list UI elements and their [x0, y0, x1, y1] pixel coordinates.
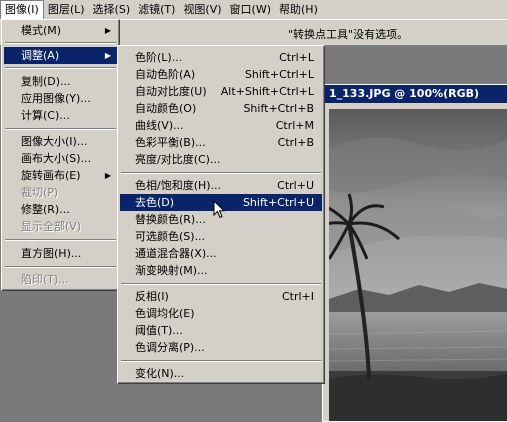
menu-item-label: 复制(D)...	[21, 75, 71, 88]
menu-item-auto-levels[interactable]: 自动色阶(A) Shift+Ctrl+L	[120, 66, 322, 83]
menu-item-label: 显示全部(V)	[21, 220, 82, 233]
menu-item-label: 去色(D)	[135, 196, 175, 209]
document-window[interactable]: 1_133.JPG @ 100%(RGB)	[322, 84, 507, 422]
menu-layer[interactable]: 图层(L)	[44, 0, 89, 19]
menu-item-label: 色调均化(E)	[135, 307, 195, 320]
menu-item-gradient-map[interactable]: 渐变映射(M)...	[120, 262, 322, 279]
menu-item-histogram[interactable]: 直方图(H)...	[4, 245, 117, 262]
menu-item-adjust[interactable]: 调整(A) ▶	[4, 47, 117, 64]
menu-separator	[121, 172, 321, 174]
menu-item-shortcut: Shift+Ctrl+B	[243, 102, 314, 115]
menu-filter[interactable]: 滤镜(T)	[134, 0, 179, 19]
menu-item-label: 修整(R)...	[21, 203, 70, 216]
menu-item-label: 可选颜色(S)...	[135, 230, 206, 243]
menu-separator	[121, 283, 321, 285]
menu-select[interactable]: 选择(S)	[89, 0, 135, 19]
menu-item-auto-contrast[interactable]: 自动对比度(U) Alt+Shift+Ctrl+L	[120, 83, 322, 100]
menu-item-label: 曲线(V)...	[135, 119, 184, 132]
menu-item-trim[interactable]: 修整(R)...	[4, 201, 117, 218]
menu-item-label: 应用图像(Y)...	[21, 92, 91, 105]
menu-item-label: 画布大小(S)...	[21, 152, 92, 165]
menu-item-selective-color[interactable]: 可选颜色(S)...	[120, 228, 322, 245]
menu-item-threshold[interactable]: 阈值(T)...	[120, 322, 322, 339]
menu-item-label: 色相/饱和度(H)...	[135, 179, 222, 192]
menu-item-duplicate[interactable]: 复制(D)...	[4, 73, 117, 90]
menu-item-rotate-canvas[interactable]: 旋转画布(E) ▶	[4, 167, 117, 184]
submenu-arrow-icon: ▶	[104, 51, 111, 60]
menu-item-label: 直方图(H)...	[21, 247, 82, 260]
menu-item-variations[interactable]: 变化(N)...	[120, 365, 322, 382]
image-menu: 模式(M) ▶ 调整(A) ▶ 复制(D)... 应用图像(Y)... 计算(C…	[1, 19, 120, 291]
menu-item-invert[interactable]: 反相(I) Ctrl+I	[120, 288, 322, 305]
submenu-arrow-icon: ▶	[104, 26, 111, 35]
menu-item-trap: 陷印(T)...	[4, 271, 117, 288]
menu-item-shortcut: Ctrl+U	[277, 179, 314, 192]
menu-item-label: 亮度/对比度(C)...	[135, 153, 221, 166]
document-photo[interactable]	[329, 109, 507, 421]
menu-item-label: 计算(C)...	[21, 109, 70, 122]
menu-item-label: 色彩平衡(B)...	[135, 136, 206, 149]
menu-item-canvas-size[interactable]: 画布大小(S)...	[4, 150, 117, 167]
menu-item-label: 渐变映射(M)...	[135, 264, 208, 277]
menu-item-posterize[interactable]: 色调分离(P)...	[120, 339, 322, 356]
menu-item-label: 裁切(P)	[21, 186, 59, 199]
menu-item-label: 陷印(T)...	[21, 273, 69, 286]
menu-separator	[5, 128, 116, 130]
menu-item-levels[interactable]: 色阶(L)... Ctrl+L	[120, 49, 322, 66]
menu-item-auto-color[interactable]: 自动颜色(O) Shift+Ctrl+B	[120, 100, 322, 117]
menu-item-label: 模式(M)	[21, 24, 62, 37]
menu-image[interactable]: 图像(I)	[0, 0, 44, 19]
menu-item-color-balance[interactable]: 色彩平衡(B)... Ctrl+B	[120, 134, 322, 151]
menu-item-label: 变化(N)...	[135, 367, 185, 380]
menu-item-shortcut: Ctrl+M	[275, 119, 314, 132]
menu-item-label: 自动色阶(A)	[135, 68, 196, 81]
menu-separator	[5, 266, 116, 268]
menu-item-label: 图像大小(I)...	[21, 135, 88, 148]
menu-item-curves[interactable]: 曲线(V)... Ctrl+M	[120, 117, 322, 134]
document-title[interactable]: 1_133.JPG @ 100%(RGB)	[323, 85, 507, 103]
menubar: 图像(I) 图层(L) 选择(S) 滤镜(T) 视图(V) 窗口(W) 帮助(H…	[0, 0, 507, 19]
menu-item-label: 色调分离(P)...	[135, 341, 205, 354]
menu-item-label: 替换颜色(R)...	[135, 213, 206, 226]
menu-item-reveal-all: 显示全部(V)	[4, 218, 117, 235]
menu-item-label: 反相(I)	[135, 290, 169, 303]
options-hint: "转换点工具"没有选项。	[288, 28, 409, 41]
mouse-cursor-icon	[213, 199, 226, 222]
menu-item-hue-saturation[interactable]: 色相/饱和度(H)... Ctrl+U	[120, 177, 322, 194]
menu-item-label: 自动对比度(U)	[135, 85, 207, 98]
menu-item-label: 调整(A)	[21, 49, 60, 62]
menu-item-label: 通道混合器(X)...	[135, 247, 217, 260]
menu-item-shortcut: Ctrl+B	[277, 136, 314, 149]
menu-item-shortcut: Ctrl+L	[279, 51, 314, 64]
menu-item-label: 自动颜色(O)	[135, 102, 197, 115]
menu-item-shortcut: Alt+Shift+Ctrl+L	[220, 85, 314, 98]
menu-view[interactable]: 视图(V)	[179, 0, 225, 19]
menu-item-shortcut: Shift+Ctrl+L	[244, 68, 314, 81]
menu-item-equalize[interactable]: 色调均化(E)	[120, 305, 322, 322]
menu-item-calculations[interactable]: 计算(C)...	[4, 107, 117, 124]
menu-item-shortcut: Ctrl+I	[281, 290, 314, 303]
menu-item-mode[interactable]: 模式(M) ▶	[4, 22, 117, 39]
menu-item-label: 色阶(L)...	[135, 51, 183, 64]
menu-separator	[121, 360, 321, 362]
menu-separator	[5, 239, 116, 241]
menu-help[interactable]: 帮助(H)	[275, 0, 322, 19]
menu-item-image-size[interactable]: 图像大小(I)...	[4, 133, 117, 150]
submenu-arrow-icon: ▶	[104, 171, 111, 180]
menu-item-label: 阈值(T)...	[135, 324, 183, 337]
menu-item-apply-image[interactable]: 应用图像(Y)...	[4, 90, 117, 107]
menu-item-label: 旋转画布(E)	[21, 169, 81, 182]
menu-separator	[5, 67, 116, 69]
menu-item-crop: 裁切(P)	[4, 184, 117, 201]
menu-item-brightness-contrast[interactable]: 亮度/对比度(C)...	[120, 151, 322, 168]
menu-separator	[5, 42, 116, 44]
menu-item-shortcut: Shift+Ctrl+U	[242, 196, 314, 209]
menu-item-channel-mixer[interactable]: 通道混合器(X)...	[120, 245, 322, 262]
menu-window[interactable]: 窗口(W)	[226, 0, 275, 19]
